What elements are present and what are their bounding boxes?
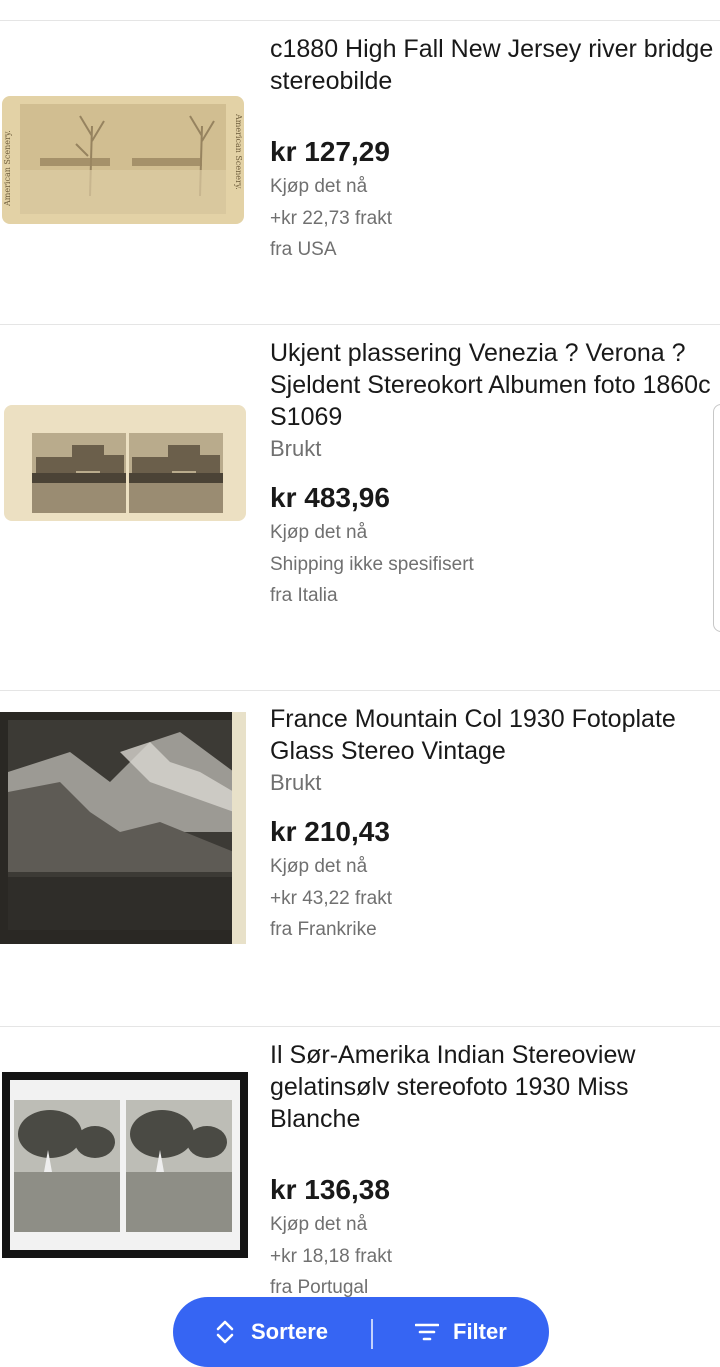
carousel-edge (713, 404, 720, 632)
sort-button[interactable]: Sortere (213, 1317, 328, 1347)
listing-item[interactable]: American Scenery. American Scenery. c188… (0, 21, 720, 324)
stereocard-image (4, 405, 246, 521)
sort-label: Sortere (251, 1319, 329, 1344)
listing-info: Ukjent plassering Venezia ? Verona ? Sje… (270, 337, 718, 612)
listing-info: France Mountain Col 1930 Fotoplate Glass… (270, 703, 718, 946)
listing-condition: Brukt (270, 770, 322, 795)
listing-price: kr 210,43 (270, 816, 390, 847)
stereocard-image: American Scenery. American Scenery. (2, 96, 244, 224)
listing-origin: fra Italia (270, 585, 338, 606)
sort-filter-bar: Sortere Filter (173, 1297, 549, 1367)
listing-shipping: Shipping ikke spesifisert (270, 553, 474, 575)
listing-buy-format: Kjøp det nå (270, 856, 368, 877)
listing-condition: Brukt (270, 436, 322, 461)
listing-buy-format: Kjøp det nå (270, 176, 368, 197)
listing-thumbnail[interactable] (0, 403, 246, 523)
listing-thumbnail[interactable] (0, 712, 246, 944)
stereoview-image (2, 1072, 248, 1258)
listing-price: kr 136,38 (270, 1174, 390, 1205)
listing-thumbnail[interactable] (0, 1072, 248, 1258)
listing-shipping: +kr 18,18 frakt (270, 1245, 392, 1267)
listing-buy-format: Kjøp det nå (270, 522, 368, 543)
listing-price: kr 127,29 (270, 136, 390, 167)
listing-info: c1880 High Fall New Jersey river bridge … (270, 33, 718, 266)
thumb-side-text-right: American Scenery. (234, 113, 243, 190)
listing-price: kr 483,96 (270, 482, 390, 513)
listing-title[interactable]: Ukjent plassering Venezia ? Verona ? Sje… (270, 337, 718, 433)
listing-title[interactable]: Il Sør-Amerika Indian Stereoview gelatin… (270, 1039, 718, 1135)
listing-shipping: +kr 43,22 frakt (270, 887, 392, 909)
bar-separator (371, 1319, 373, 1349)
filter-label: Filter (453, 1319, 507, 1344)
listing-origin: fra Frankrike (270, 919, 377, 940)
listing-shipping: +kr 22,73 frakt (270, 207, 392, 229)
listing-item[interactable]: France Mountain Col 1930 Fotoplate Glass… (0, 691, 720, 1026)
listing-item[interactable]: Ukjent plassering Venezia ? Verona ? Sje… (0, 325, 720, 690)
thumb-side-text-left: American Scenery. (3, 130, 12, 207)
filter-lines-icon (415, 1323, 439, 1341)
sort-chevrons-icon (216, 1320, 234, 1344)
glass-plate-image (0, 712, 246, 944)
filter-button[interactable]: Filter (415, 1317, 507, 1347)
listing-thumbnail[interactable]: American Scenery. American Scenery. (0, 96, 246, 224)
listing-title[interactable]: France Mountain Col 1930 Fotoplate Glass… (270, 703, 718, 767)
listing-origin: fra USA (270, 239, 337, 260)
listing-buy-format: Kjøp det nå (270, 1214, 368, 1235)
listing-title[interactable]: c1880 High Fall New Jersey river bridge … (270, 33, 718, 97)
listing-info: Il Sør-Amerika Indian Stereoview gelatin… (270, 1039, 718, 1304)
